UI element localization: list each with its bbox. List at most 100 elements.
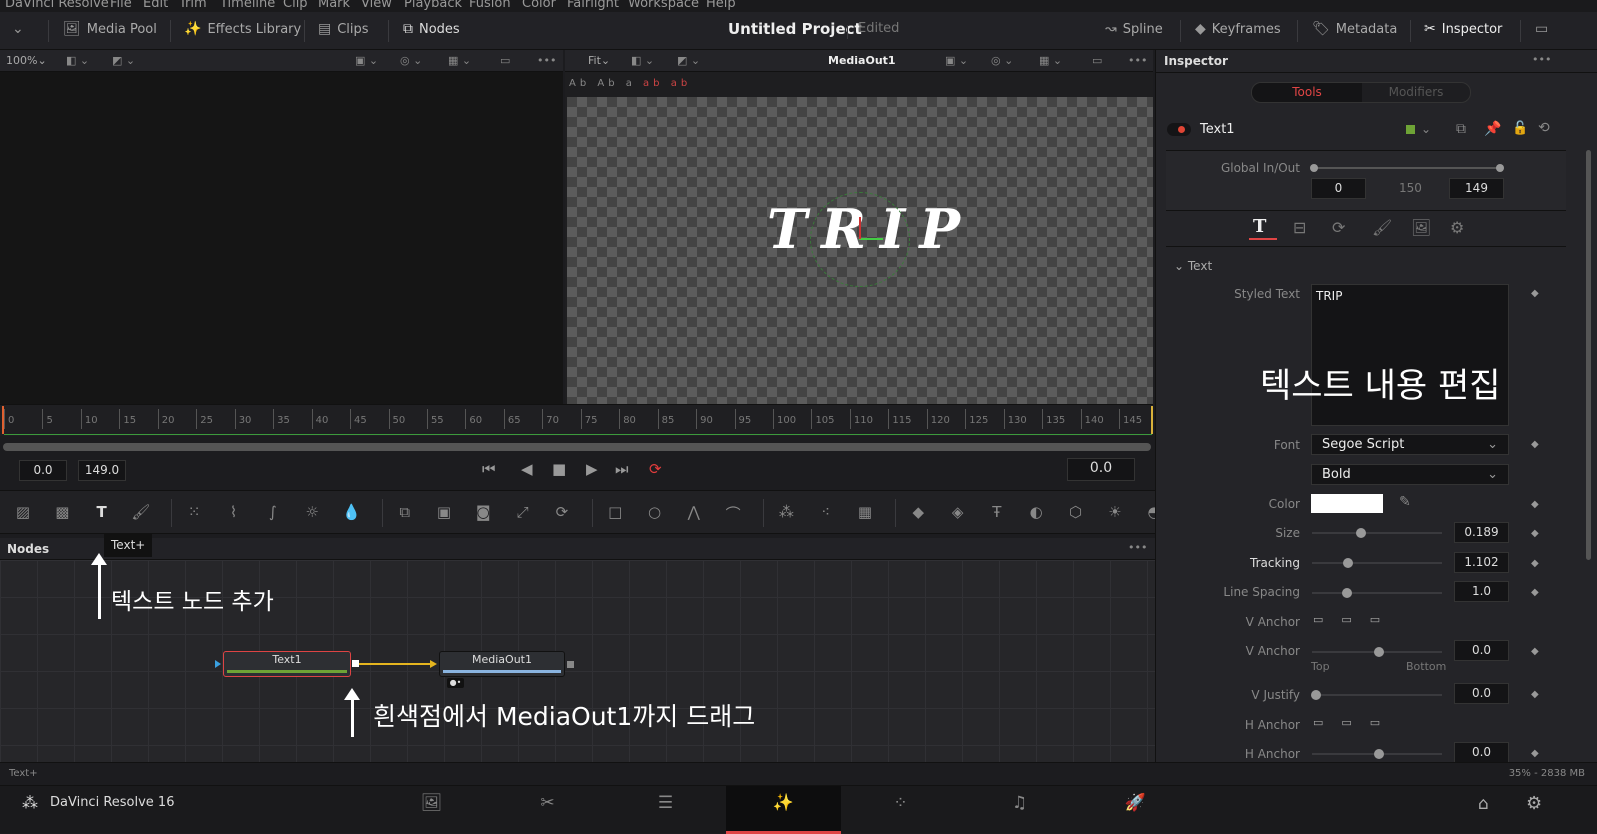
- current-frame-field[interactable]: 0.0: [1067, 458, 1135, 481]
- menu-timeline[interactable]: Timeline: [220, 0, 275, 11]
- chevron-down-icon[interactable]: ⌄: [1421, 122, 1431, 136]
- shading-tab-icon[interactable]: 🖌: [1372, 218, 1392, 237]
- menu-color[interactable]: Color: [522, 0, 556, 11]
- color-corrector-icon[interactable]: ∫: [262, 503, 284, 521]
- shape3d-icon[interactable]: ◆: [907, 503, 929, 521]
- menu-view[interactable]: View: [361, 0, 392, 11]
- channels-icon[interactable]: ◎ ⌄: [400, 54, 422, 67]
- menu-playback[interactable]: Playback: [404, 0, 462, 11]
- line-spacing-slider[interactable]: [1312, 588, 1442, 598]
- x-axis-handle[interactable]: [859, 238, 883, 240]
- paint-icon[interactable]: 🖌: [130, 503, 152, 521]
- render-end-field[interactable]: 149.0: [78, 460, 126, 481]
- menu-app[interactable]: DaVinci Resolve: [5, 0, 109, 11]
- menu-fairlight[interactable]: Fairlight: [567, 0, 619, 11]
- background-icon[interactable]: ▨: [12, 503, 34, 521]
- text3d-icon[interactable]: Ŧ: [986, 503, 1008, 521]
- keyframe-icon[interactable]: ◆: [1531, 558, 1539, 569]
- brightness-icon[interactable]: ☼: [301, 503, 323, 521]
- text-tab-icon[interactable]: T: [1253, 216, 1266, 237]
- section-toggle[interactable]: ⌄ Text: [1174, 259, 1212, 273]
- transform-icon[interactable]: ⟳: [551, 503, 573, 521]
- stop-button[interactable]: ■: [552, 460, 566, 478]
- media-pool-button[interactable]: 🖼 Media Pool: [63, 21, 157, 37]
- loop-button[interactable]: ⟳: [649, 460, 662, 478]
- v-justify-field[interactable]: 0.0: [1454, 683, 1509, 704]
- v-anchor-buttons[interactable]: ▭▭▭: [1313, 613, 1398, 626]
- more-options-icon[interactable]: •••: [1532, 53, 1551, 66]
- global-range-slider[interactable]: [1310, 164, 1504, 172]
- play-forward-button[interactable]: ▶: [586, 460, 598, 478]
- playhead[interactable]: [2, 406, 4, 434]
- output-port[interactable]: [352, 660, 359, 667]
- viewer-canvas[interactable]: TRIP: [567, 97, 1153, 404]
- keyframe-icon[interactable]: ◆: [1531, 528, 1539, 539]
- page-media[interactable]: 🖼: [374, 786, 489, 834]
- rectangle-mask-icon[interactable]: □: [604, 503, 626, 521]
- left-viewer[interactable]: [0, 72, 563, 404]
- metadata-button[interactable]: 🏷 Metadata: [1312, 21, 1397, 37]
- fit-dropdown[interactable]: Fit⌄: [588, 54, 610, 67]
- color-curves-icon[interactable]: ⌇: [223, 503, 245, 521]
- play-reverse-button[interactable]: ◀: [521, 460, 533, 478]
- fullscreen-toggle-button[interactable]: ▭: [1535, 21, 1548, 37]
- safe-area-icon[interactable]: ▭: [500, 54, 510, 67]
- merge-icon[interactable]: ⧉: [394, 503, 416, 521]
- text-plus-icon[interactable]: T: [91, 503, 113, 521]
- keyframes-button[interactable]: ◆ Keyframes: [1195, 21, 1281, 37]
- image-tab-icon[interactable]: 🖼: [1411, 218, 1431, 237]
- go-to-start-button[interactable]: ⏮: [482, 460, 496, 478]
- eyedropper-icon[interactable]: ✎: [1399, 494, 1411, 510]
- timeline-scrollbar[interactable]: [3, 443, 1151, 451]
- settings-tab-icon[interactable]: ⚙: [1450, 218, 1464, 237]
- fast-noise-icon[interactable]: ▩: [51, 503, 73, 521]
- page-fusion[interactable]: ✨: [726, 786, 841, 834]
- effects-library-button[interactable]: ✨ Effects Library: [184, 21, 301, 37]
- viewer-layout-icon[interactable]: ◩ ⌄: [677, 54, 700, 67]
- channel-boolean-icon[interactable]: ◙: [472, 503, 494, 521]
- page-edit[interactable]: ☰: [608, 786, 723, 834]
- v-anchor-slider[interactable]: [1312, 647, 1442, 657]
- font-dropdown[interactable]: Segoe Script ⌄: [1311, 434, 1509, 455]
- font-style-dropdown[interactable]: Bold ⌄: [1311, 464, 1509, 485]
- v-justify-slider[interactable]: [1311, 690, 1442, 700]
- size-field[interactable]: 0.189: [1454, 522, 1509, 543]
- reset-icon[interactable]: ⟲: [1538, 120, 1550, 136]
- keyframe-icon[interactable]: ◆: [1531, 587, 1539, 598]
- h-anchor-field[interactable]: 0.0: [1454, 742, 1509, 763]
- input-port[interactable]: [215, 660, 221, 668]
- keyframe-icon[interactable]: ◆: [1531, 288, 1539, 299]
- color-swatch[interactable]: [1311, 494, 1383, 513]
- split-view-icon[interactable]: ◧ ⌄: [66, 54, 89, 67]
- node-mediaout1[interactable]: MediaOut1: [439, 651, 565, 677]
- panel-toggle-button[interactable]: ⌄: [12, 21, 24, 37]
- settings-gear-icon[interactable]: ⚙: [1526, 793, 1542, 814]
- more-options-icon[interactable]: •••: [537, 54, 556, 67]
- node-text1[interactable]: Text1: [223, 651, 351, 677]
- page-color[interactable]: ⁘: [843, 786, 958, 834]
- h-anchor-buttons[interactable]: ▭▭▭: [1313, 716, 1398, 729]
- grid-icon[interactable]: ▦ ⌄: [448, 54, 471, 67]
- inspector-button[interactable]: ✂ Inspector: [1424, 21, 1502, 37]
- tab-modifiers[interactable]: Modifiers: [1362, 83, 1470, 102]
- node-enable-toggle[interactable]: [1167, 123, 1191, 136]
- particles-icon[interactable]: ⁙: [183, 503, 205, 521]
- inspector-scrollbar[interactable]: [1586, 150, 1591, 560]
- camera3d-icon[interactable]: ◐: [1025, 503, 1047, 521]
- split-view-icon[interactable]: ◧ ⌄: [631, 54, 654, 67]
- keyframe-icon[interactable]: ◆: [1531, 689, 1539, 700]
- render3d-icon[interactable]: ⬡: [1065, 503, 1087, 521]
- render-start-field[interactable]: 0.0: [19, 460, 67, 481]
- channels-icon[interactable]: ◎ ⌄: [991, 54, 1013, 67]
- size-slider[interactable]: [1312, 528, 1442, 538]
- safe-area-icon[interactable]: ▭: [1092, 54, 1102, 67]
- more-options-icon[interactable]: •••: [1128, 54, 1147, 67]
- p-render-icon[interactable]: ⁖: [815, 503, 837, 521]
- layout-tab-icon[interactable]: ⊟: [1293, 218, 1306, 237]
- spline-button[interactable]: ↝ Spline: [1105, 21, 1163, 37]
- menu-fusion[interactable]: Fusion: [469, 0, 511, 11]
- matte-icon[interactable]: ▣: [433, 503, 455, 521]
- h-anchor-slider[interactable]: [1312, 749, 1442, 759]
- tracking-field[interactable]: 1.102: [1454, 552, 1509, 573]
- ellipse-mask-icon[interactable]: ○: [644, 503, 666, 521]
